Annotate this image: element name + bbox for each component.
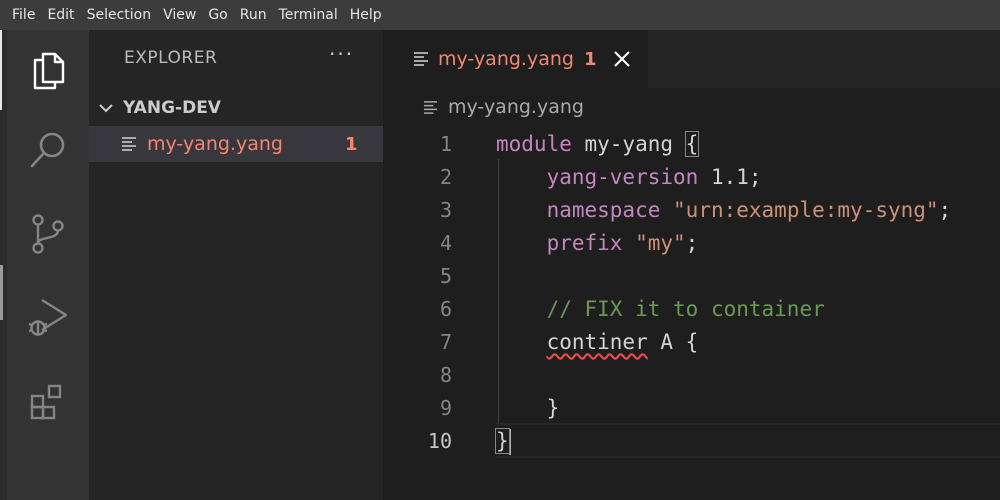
file-lines-icon (122, 137, 136, 151)
line-number: 9 (439, 396, 452, 420)
line-number: 2 (439, 165, 452, 189)
menu-selection[interactable]: Selection (81, 0, 158, 30)
more-actions-button[interactable]: ··· (329, 42, 354, 66)
explorer-title: EXPLORER (124, 48, 218, 68)
text-cursor (508, 429, 511, 455)
tab-problem-badge: 1 (583, 48, 597, 70)
code-line: 8 (383, 359, 1000, 392)
menu-edit[interactable]: Edit (41, 0, 80, 30)
line-number: 4 (439, 231, 452, 255)
line-number: 10 (427, 429, 452, 453)
line-number: 5 (439, 264, 452, 288)
code-text: } (546, 396, 560, 420)
activity-extensions[interactable] (7, 362, 89, 442)
code-text: yang-version 1.1; (546, 165, 762, 189)
breadcrumb-file[interactable]: my-yang.yang (448, 96, 584, 118)
code-line: 1 module my-yang { (383, 128, 1000, 161)
source-control-icon (32, 214, 64, 254)
menu-terminal[interactable]: Terminal (273, 0, 344, 30)
tab-my-yang[interactable]: my-yang.yang 1 (383, 30, 648, 88)
menu-bar: File Edit Selection View Go Run Terminal… (0, 0, 1000, 30)
code-text: module my-yang { (496, 131, 700, 157)
code-line: 7 continer A { (383, 326, 1000, 359)
error-squiggle: continer (546, 330, 648, 354)
code-text: } (495, 425, 511, 458)
code-text: namespace "urn:example:my-syng"; (546, 198, 952, 222)
tab-label: my-yang.yang (438, 48, 574, 70)
window-edge (0, 30, 7, 500)
code-line: 6 // FIX it to container (383, 293, 1000, 326)
code-line: 3 namespace "urn:example:my-syng"; (383, 194, 1000, 227)
matching-brace: { (684, 131, 700, 157)
line-number: 8 (439, 363, 452, 387)
activity-source-control[interactable] (7, 194, 89, 274)
folder-yang-dev[interactable]: YANG-DEV (89, 94, 383, 122)
activity-explorer[interactable] (7, 30, 89, 110)
window-edge-handle[interactable] (0, 265, 3, 320)
code-text: continer A { (546, 330, 699, 354)
run-debug-icon (28, 298, 68, 336)
code-text: // FIX it to container (496, 293, 825, 326)
line-number: 6 (439, 297, 452, 321)
code-editor[interactable]: 1 module my-yang { 2 yang-version 1.1; 3… (383, 126, 1000, 500)
code-line: 5 (383, 260, 1000, 293)
code-comment: // FIX it to container (546, 297, 825, 321)
explorer-sidebar: EXPLORER ··· YANG-DEV my-yang.yang 1 (89, 30, 383, 500)
code-text: prefix "my"; (546, 231, 699, 255)
file-lines-icon (414, 52, 428, 66)
extensions-icon (30, 384, 62, 420)
file-name: my-yang.yang (147, 133, 283, 155)
window-edge-accent (0, 30, 2, 110)
matching-brace: } (495, 428, 510, 454)
activity-bar (7, 30, 89, 500)
file-lines-icon (423, 100, 438, 114)
activity-run-debug[interactable] (7, 278, 89, 358)
code-line: 10 } (383, 425, 1000, 458)
menu-run[interactable]: Run (234, 0, 273, 30)
code-line: 2 yang-version 1.1; (383, 161, 1000, 194)
code-line: 9 } (383, 392, 1000, 425)
search-icon (30, 132, 65, 168)
menu-view[interactable]: View (157, 0, 202, 30)
menu-help[interactable]: Help (344, 0, 388, 30)
line-number: 7 (439, 330, 452, 354)
file-item-my-yang[interactable]: my-yang.yang 1 (89, 126, 383, 162)
line-number: 1 (439, 132, 452, 156)
editor-tab-bar: my-yang.yang 1 (383, 30, 1000, 88)
breadcrumb: my-yang.yang (383, 88, 1000, 126)
problem-count-badge: 1 (345, 133, 358, 155)
menu-file[interactable]: File (6, 0, 41, 30)
code-line: 4 prefix "my"; (383, 227, 1000, 260)
menu-go[interactable]: Go (202, 0, 233, 30)
explorer-icon (33, 52, 65, 90)
chevron-down-icon (99, 104, 113, 113)
close-icon[interactable] (613, 50, 631, 68)
folder-name: YANG-DEV (123, 98, 221, 118)
line-number: 3 (439, 198, 452, 222)
activity-search[interactable] (7, 110, 89, 190)
